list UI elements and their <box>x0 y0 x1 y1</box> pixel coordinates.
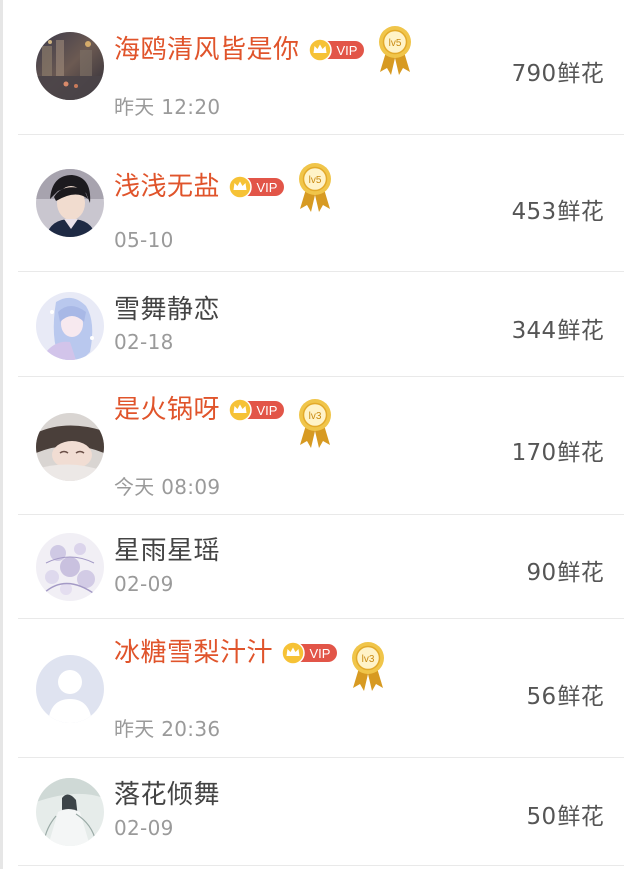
flower-supporter-list: 海鸥清风皆是你 VIP lv5 昨天 12:20 790鲜花 浅浅无盐 VIP … <box>0 0 640 866</box>
avatar[interactable] <box>36 778 104 846</box>
flower-count-value: 344 <box>511 318 557 344</box>
user-name[interactable]: 浅浅无盐 <box>114 171 220 203</box>
flower-unit: 鲜花 <box>557 318 604 344</box>
flower-count-value: 453 <box>511 199 557 225</box>
flower-count: 56鲜花 <box>527 677 604 711</box>
name-line: 冰糖雪梨汁汁 VIP lv3 <box>114 633 389 691</box>
list-item[interactable]: 星雨星瑶 02-09 90鲜花 <box>0 515 640 619</box>
avatar[interactable] <box>36 32 104 100</box>
flower-unit: 鲜花 <box>557 684 604 710</box>
list-item[interactable]: 是火锅呀 VIP lv3 今天 08:09 170鲜花 <box>0 377 640 515</box>
list-item[interactable]: 冰糖雪梨汁汁 VIP lv3 昨天 20:36 56鲜花 <box>0 619 640 758</box>
svg-text:lv3: lv3 <box>362 654 375 665</box>
vip-badge: VIP <box>228 397 286 423</box>
flower-unit: 鲜花 <box>557 199 604 225</box>
flower-count: 344鲜花 <box>512 311 604 345</box>
time-text: 02-18 <box>114 330 174 354</box>
flower-count-value: 790 <box>511 61 557 87</box>
vip-badge: VIP <box>228 174 286 200</box>
name-line: 海鸥清风皆是你 VIP lv5 <box>114 26 416 75</box>
user-name[interactable]: 星雨星瑶 <box>114 535 220 567</box>
svg-text:VIP: VIP <box>257 403 278 418</box>
avatar[interactable] <box>36 169 104 237</box>
row-divider <box>18 865 624 866</box>
svg-text:lv5: lv5 <box>309 175 322 186</box>
svg-text:VIP: VIP <box>336 43 357 58</box>
name-line: 雪舞静恋 <box>114 290 220 330</box>
flower-unit: 鲜花 <box>557 61 604 87</box>
flower-unit: 鲜花 <box>557 560 604 586</box>
level-medal-icon: lv3 <box>294 395 336 451</box>
list-item[interactable]: 雪舞静恋 02-18 344鲜花 <box>0 272 640 377</box>
avatar[interactable] <box>36 655 104 723</box>
time-text: 02-09 <box>114 816 174 840</box>
time-text: 今天 08:09 <box>114 475 221 499</box>
flower-count-value: 50 <box>526 804 557 830</box>
vip-badge: VIP <box>307 37 366 63</box>
level-medal-icon: lv5 <box>374 22 416 78</box>
avatar[interactable] <box>36 292 104 360</box>
time-text: 昨天 20:36 <box>114 717 221 741</box>
flower-count-value: 56 <box>526 684 557 710</box>
user-name[interactable]: 海鸥清风皆是你 <box>114 34 300 66</box>
user-name[interactable]: 雪舞静恋 <box>114 294 220 326</box>
avatar[interactable] <box>36 413 104 481</box>
user-name[interactable]: 是火锅呀 <box>114 394 220 426</box>
avatar[interactable] <box>36 533 104 601</box>
name-line: 落花倾舞 <box>114 775 220 815</box>
flower-count: 790鲜花 <box>512 54 604 88</box>
name-line: 星雨星瑶 <box>114 531 220 571</box>
level-medal-icon: lv3 <box>347 638 389 694</box>
time-text: 05-10 <box>114 228 174 252</box>
flower-unit: 鲜花 <box>557 440 604 466</box>
flower-count: 453鲜花 <box>512 192 604 226</box>
flower-count: 50鲜花 <box>527 797 604 831</box>
name-line: 浅浅无盐 VIP lv5 <box>114 163 336 212</box>
svg-text:lv3: lv3 <box>309 411 322 422</box>
flower-count: 90鲜花 <box>527 553 604 587</box>
time-text: 昨天 12:20 <box>114 95 221 119</box>
vip-badge: VIP <box>281 640 339 666</box>
list-item[interactable]: 落花倾舞 02-09 50鲜花 <box>0 758 640 866</box>
flower-count-value: 90 <box>526 560 557 586</box>
name-line: 是火锅呀 VIP lv3 <box>114 390 336 448</box>
time-text: 02-09 <box>114 572 174 596</box>
user-name[interactable]: 冰糖雪梨汁汁 <box>114 637 273 669</box>
level-medal-icon: lv5 <box>294 159 336 215</box>
flower-count-value: 170 <box>511 440 557 466</box>
svg-text:lv5: lv5 <box>388 38 401 49</box>
list-item[interactable]: 海鸥清风皆是你 VIP lv5 昨天 12:20 790鲜花 <box>0 0 640 135</box>
svg-text:VIP: VIP <box>257 180 278 195</box>
list-item[interactable]: 浅浅无盐 VIP lv5 05-10 453鲜花 <box>0 135 640 272</box>
flower-unit: 鲜花 <box>557 804 604 830</box>
svg-text:VIP: VIP <box>310 646 331 661</box>
user-name[interactable]: 落花倾舞 <box>114 779 220 811</box>
flower-count: 170鲜花 <box>512 433 604 467</box>
